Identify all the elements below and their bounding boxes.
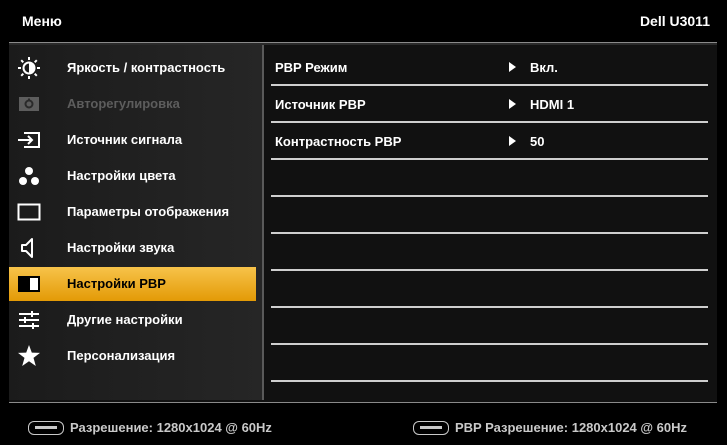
pbp-settings-list: PBP Режим Вкл. Источник PBP HDMI 1 Контр… [266,45,717,400]
setting-name: Источник PBP [275,97,366,112]
sidebar-item-label: Яркость / контрастность [67,60,226,75]
speaker-icon [17,236,41,260]
sidebar-divider [262,45,264,400]
sidebar-item-label: Параметры отображения [67,204,230,219]
setting-row-empty [271,234,708,271]
arrow-right-icon [509,99,516,109]
setting-value: 50 [530,134,545,149]
setting-row-empty [271,197,708,234]
menu-panel: Яркость / контрастность Авторегулировка [9,42,717,403]
sidebar-item-personalize[interactable]: Персонализация [9,339,256,373]
pbp-resolution-text: PBP Разрешение: 1280x1024 @ 60Hz [455,420,688,435]
arrow-right-icon [509,136,516,146]
sidebar-item-label: Источник сигнала [67,132,183,147]
setting-name: Контрастность PBP [275,134,402,149]
sidebar-item-audio-settings[interactable]: Настройки звука [9,231,256,265]
main-resolution-text: Разрешение: 1280x1024 @ 60Hz [70,420,272,435]
star-icon [17,344,41,368]
color-dots-icon [17,164,41,188]
pbp-icon [17,272,41,296]
setting-row-empty [271,345,708,382]
sidebar-item-input-source[interactable]: Источник сигнала [9,123,256,157]
display-rectangle-icon [17,200,41,224]
sidebar-item-label: Авторегулировка [67,96,180,111]
sidebar-item-label: Настройки звука [67,240,175,255]
cable-icon [28,421,64,435]
sidebar-item-label: Настройки цвета [67,168,176,183]
sidebar-item-other-settings[interactable]: Другие настройки [9,303,256,337]
setting-row-pbp-contrast[interactable]: Контрастность PBP 50 [271,123,708,160]
menu-title: Меню [22,13,62,29]
setting-row-empty [271,160,708,197]
sidebar-item-label: Другие настройки [67,312,183,327]
setting-row-pbp-mode[interactable]: PBP Режим Вкл. [271,49,708,86]
sidebar: Яркость / контрастность Авторегулировка [9,45,264,400]
auto-adjust-icon [17,92,41,116]
setting-row-empty [271,271,708,308]
sidebar-item-brightness-contrast[interactable]: Яркость / контрастность [9,51,256,85]
sliders-icon [17,308,41,332]
sidebar-item-label: Персонализация [67,348,176,363]
setting-row-pbp-source[interactable]: Источник PBP HDMI 1 [271,86,708,123]
input-source-icon [17,128,41,152]
sidebar-item-label: Настройки PBP [67,276,166,291]
sidebar-item-display-settings[interactable]: Параметры отображения [9,195,256,229]
setting-row-empty [271,308,708,345]
status-bar: Разрешение: 1280x1024 @ 60Hz PBP Разреше… [1,403,726,444]
setting-name: PBP Режим [275,60,348,75]
row-divider [271,380,708,382]
monitor-model: Dell U3011 [639,13,710,29]
sidebar-item-auto-adjust[interactable]: Авторегулировка [9,87,256,121]
brightness-icon [17,56,41,80]
sidebar-item-pbp-settings[interactable]: Настройки PBP [9,267,256,301]
sidebar-item-color-settings[interactable]: Настройки цвета [9,159,256,193]
cable-icon [413,421,449,435]
osd-menu-window: Меню Dell U3011 Яркость / контрастность … [0,0,727,445]
setting-value: Вкл. [530,60,558,75]
arrow-right-icon [509,62,516,72]
osd-header: Меню Dell U3011 [1,1,726,41]
setting-value: HDMI 1 [530,97,575,112]
